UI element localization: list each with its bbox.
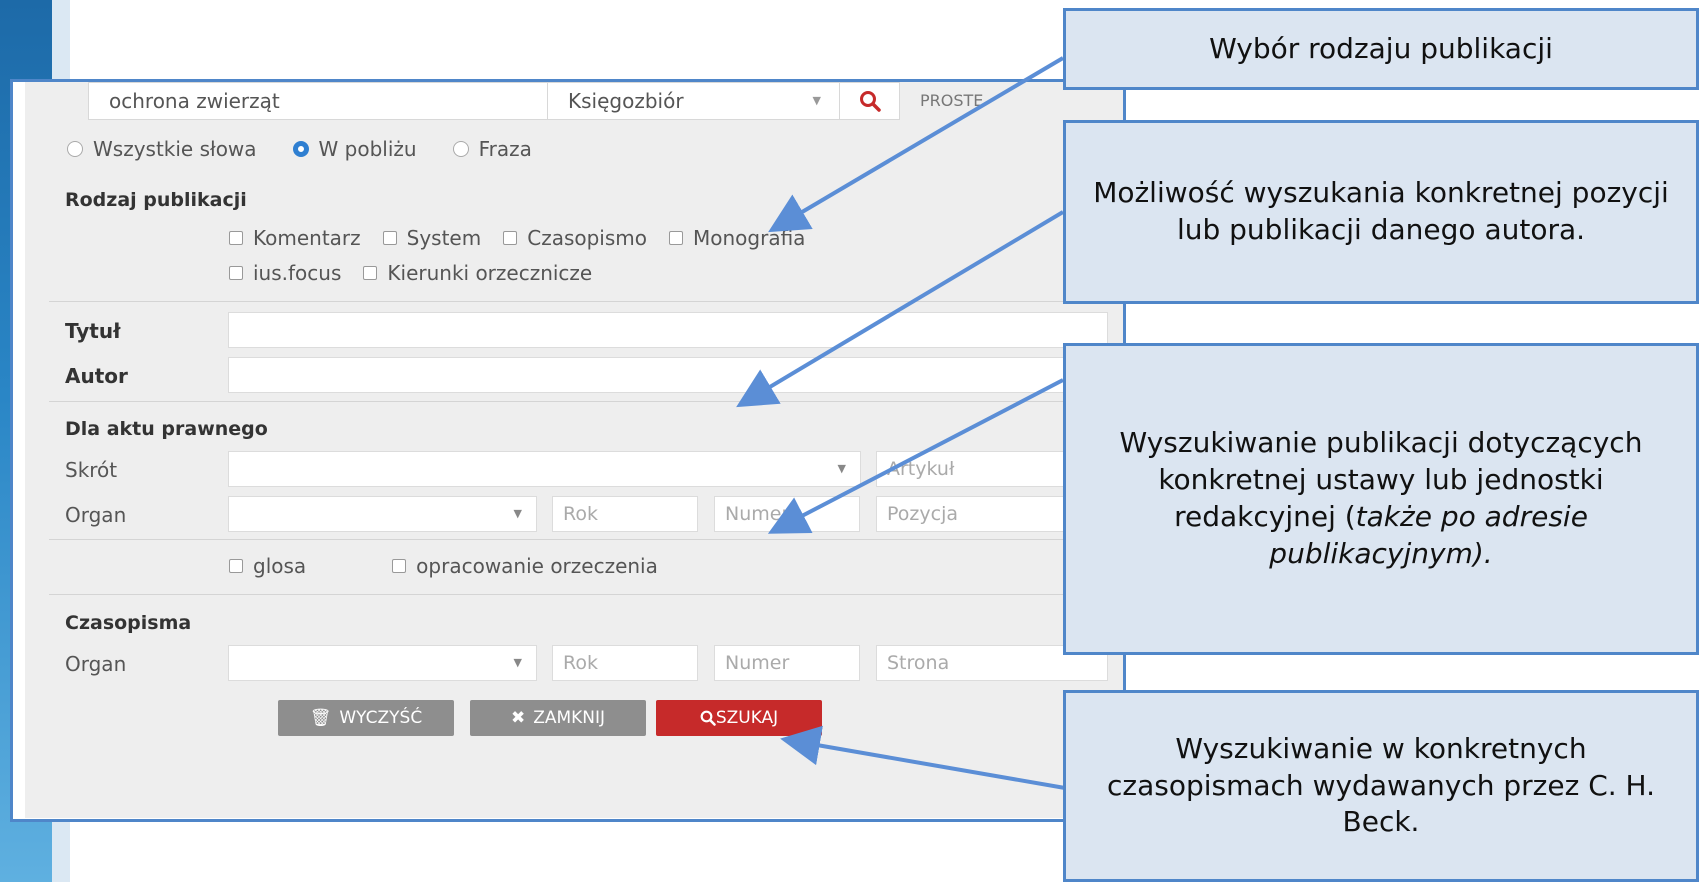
callout-publication-type: Wybór rodzaju publikacji (1063, 8, 1699, 90)
arrow-title-author (736, 210, 1065, 408)
arrow-publication-type (768, 56, 1065, 233)
callout-text: Wyszukiwanie w konkretnych czasopismach … (1106, 731, 1656, 839)
callout-text: Wyszukiwanie publikacji dotyczących konk… (1076, 425, 1686, 573)
arrow-journals (780, 725, 1066, 790)
callout-text: Możliwość wyszukania konkretnej pozycji … (1093, 176, 1669, 246)
callout-journals: Wyszukiwanie w konkretnych czasopismach … (1063, 690, 1699, 882)
callout-legal-act: Wyszukiwanie publikacji dotyczących konk… (1063, 343, 1699, 655)
callout-title-author: Możliwość wyszukania konkretnej pozycji … (1063, 120, 1699, 304)
arrow-legal-act (767, 378, 1064, 534)
callout-text: Wybór rodzaju publikacji (1209, 31, 1553, 65)
